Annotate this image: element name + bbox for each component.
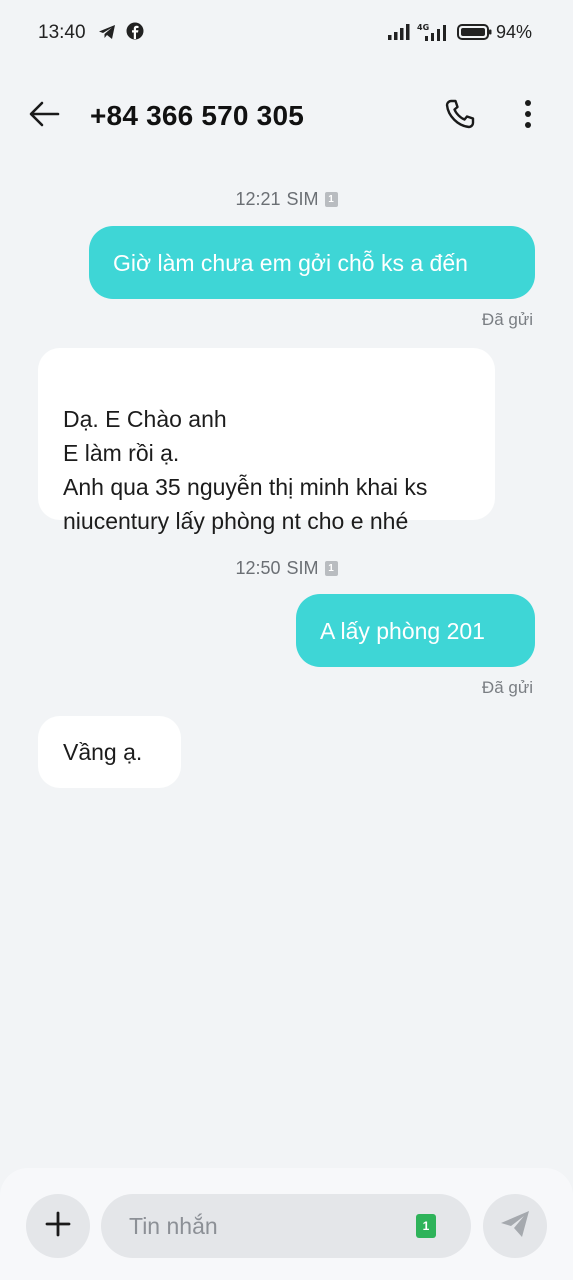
timestamp: 12:21 SIM 1 [0,189,573,210]
message-status: Đã gửi [481,678,533,697]
back-button[interactable] [22,94,66,138]
timestamp: 12:50 SIM 1 [0,558,573,579]
message-text: Vầng ạ. [63,739,143,765]
conversation-header: +84 366 570 305 [0,80,573,152]
back-arrow-icon [28,100,60,133]
sim-card-icon[interactable]: 1 [416,1214,436,1238]
timestamp-sim-label: SIM [286,189,319,209]
message-bubble-outgoing[interactable]: A lấy phòng 201 [296,594,535,667]
contact-title: +84 366 570 305 [90,100,304,131]
sim-card-icon: 1 [324,561,338,576]
messaging-screen: 13:40 4G 94% +84 366 570 305 12:21 SIM 1… [0,0,573,1280]
more-vertical-icon [524,99,532,134]
facebook-icon [126,22,146,42]
timestamp-time: 12:50 [235,558,281,578]
message-bubble-outgoing[interactable]: Giờ làm chưa em gởi chỗ ks a đến [89,226,535,299]
status-bar: 13:40 4G 94% [0,0,573,66]
battery-icon [457,22,493,42]
attach-button[interactable] [26,1194,90,1258]
message-text: A lấy phòng 201 [320,617,485,644]
signal-4g-icon: 4G [416,22,450,42]
message-text: Dạ. E Chào anh E làm rồi ạ. Anh qua 35 n… [63,406,428,534]
send-icon [499,1209,531,1244]
svg-text:4G: 4G [417,23,429,32]
battery-percentage: 94% [496,22,533,42]
more-options-button[interactable] [506,94,550,138]
timestamp-sim-label: SIM [286,558,319,578]
plus-icon [44,1210,72,1243]
message-text: Giờ làm chưa em gởi chỗ ks a đến [113,249,468,276]
call-button[interactable] [438,94,482,138]
message-bubble-incoming[interactable]: Vầng ạ. [38,716,181,788]
status-time: 13:40 [38,22,86,43]
message-status: Đã gửi [481,310,533,329]
send-button[interactable] [483,1194,547,1258]
phone-icon [444,98,476,135]
timestamp-time: 12:21 [235,189,281,209]
message-composer: 1 [0,1168,573,1280]
message-bubble-incoming[interactable]: Dạ. E Chào anh E làm rồi ạ. Anh qua 35 n… [38,348,495,534]
telegram-icon [97,22,117,42]
sim-card-icon: 1 [324,192,338,207]
signal-icon [387,22,411,42]
